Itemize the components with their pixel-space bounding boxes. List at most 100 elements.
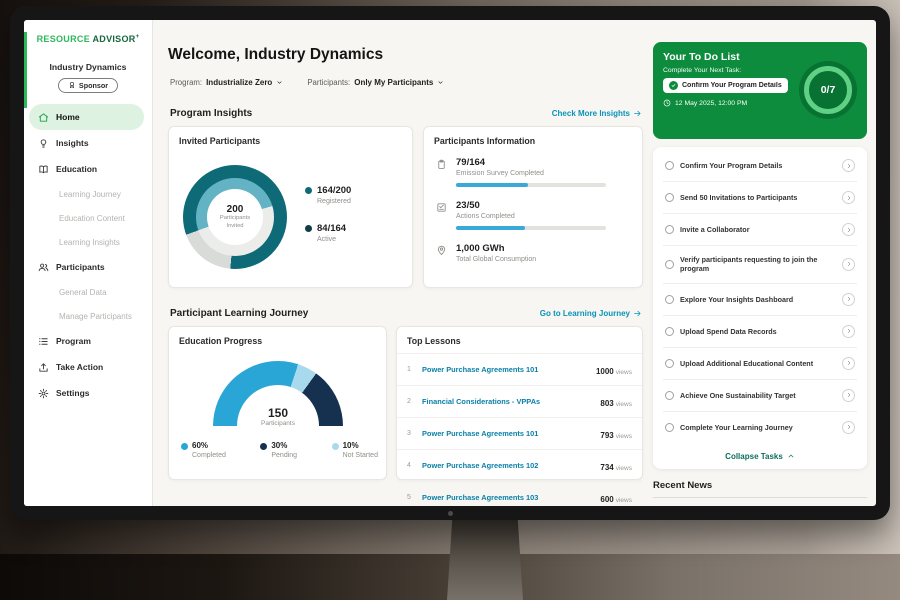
lesson-link[interactable]: Power Purchase Agreements 101 (422, 429, 538, 438)
task-checkbox[interactable] (665, 391, 674, 400)
task-row-4[interactable]: Verify participants requesting to join t… (663, 246, 857, 284)
sidebar-item-education[interactable]: Education (24, 156, 152, 182)
task-checkbox[interactable] (665, 260, 674, 269)
program-label: Program: (170, 78, 202, 87)
legend-percent: 60% (192, 441, 226, 450)
go-to-learning-journey-link[interactable]: Go to Learning Journey (540, 309, 642, 318)
stat-row: 1,000 GWh Total Global Consumption (436, 243, 630, 263)
lesson-rank: 1 (407, 366, 415, 373)
recent-news-header: Recent News (653, 480, 867, 498)
card-title: Top Lessons (397, 327, 642, 346)
legend-label: Completed (192, 452, 226, 459)
progress-bar (456, 183, 606, 187)
task-checkbox[interactable] (665, 161, 674, 170)
donut-center-label: Participants Invited (213, 215, 257, 229)
gear-icon (38, 388, 49, 399)
task-chevron-button[interactable] (842, 389, 855, 402)
sidebar-item-program[interactable]: Program (24, 328, 152, 354)
task-checkbox[interactable] (665, 423, 674, 432)
stats-list: 79/164 Emission Survey Completed 23/50 A… (424, 146, 642, 274)
legend-label: Pending (271, 452, 297, 459)
sidebar-item-label: Program (56, 336, 91, 346)
task-row-1[interactable]: Confirm Your Program Details (663, 150, 857, 182)
sidebar-item-learning-journey[interactable]: Learning Journey (24, 182, 152, 206)
collapse-tasks-link[interactable]: Collapse Tasks (663, 443, 857, 463)
lesson-rank: 4 (407, 462, 415, 469)
sidebar-item-label: Manage Participants (59, 312, 132, 321)
invited-donut-chart: 200 Participants Invited (183, 165, 287, 269)
sidebar-item-settings[interactable]: Settings (24, 380, 152, 406)
chevron-right-icon (846, 328, 852, 334)
lesson-row: 3 Power Purchase Agreements 101 793views (397, 417, 642, 449)
task-chevron-button[interactable] (842, 191, 855, 204)
sidebar-item-general-data[interactable]: General Data (24, 280, 152, 304)
task-chevron-button[interactable] (842, 325, 855, 338)
arrow-right-icon (633, 109, 642, 118)
chevron-down-icon (437, 79, 444, 86)
sidebar-item-label: Settings (56, 388, 90, 398)
task-checkbox[interactable] (665, 327, 674, 336)
sidebar-item-label: Home (56, 112, 80, 122)
task-row-6[interactable]: Upload Spend Data Records (663, 316, 857, 348)
sidebar-item-manage-participants[interactable]: Manage Participants (24, 304, 152, 328)
sidebar-item-learning-insights[interactable]: Learning Insights (24, 230, 152, 254)
sidebar-item-home[interactable]: Home (29, 104, 144, 130)
task-checkbox[interactable] (665, 295, 674, 304)
sidebar-item-insights[interactable]: Insights (24, 130, 152, 156)
sidebar-item-label: Participants (56, 262, 105, 272)
progress-bar-fill (456, 226, 525, 230)
task-label: Upload Additional Educational Content (680, 359, 836, 368)
sidebar-item-education-content[interactable]: Education Content (24, 206, 152, 230)
sidebar-item-label: Education Content (59, 214, 125, 223)
stat-row: 79/164 Emission Survey Completed (436, 157, 630, 187)
lesson-link[interactable]: Power Purchase Agreements 103 (422, 493, 538, 502)
check-more-insights-link[interactable]: Check More Insights (552, 109, 642, 118)
next-task-pill: Confirm Your Program Details (663, 78, 788, 93)
sidebar-item-participants[interactable]: Participants (24, 254, 152, 280)
todo-progress-value: 0/7 (804, 66, 852, 114)
lesson-link[interactable]: Power Purchase Agreements 102 (422, 461, 538, 470)
task-label: Upload Spend Data Records (680, 327, 836, 336)
chevron-right-icon (846, 227, 852, 233)
task-chevron-button[interactable] (842, 258, 855, 271)
task-chevron-button[interactable] (842, 293, 855, 306)
sidebar-item-label: Learning Insights (59, 238, 120, 247)
task-chevron-button[interactable] (842, 223, 855, 236)
task-row-7[interactable]: Upload Additional Educational Content (663, 348, 857, 380)
chevron-right-icon (846, 360, 852, 366)
legend-dot (332, 443, 339, 450)
bulb-icon (38, 138, 49, 149)
next-task-label: Confirm Your Program Details (682, 82, 782, 89)
education-progress-card: Education Progress 150 Participants 60% … (168, 326, 387, 480)
org-name: Industry Dynamics (24, 62, 152, 72)
task-row-3[interactable]: Invite a Collaborator (663, 214, 857, 246)
task-chevron-button[interactable] (842, 357, 855, 370)
todo-summary-card: Your To Do List Complete Your Next Task:… (653, 42, 867, 139)
list-icon (38, 336, 49, 347)
task-label: Complete Your Learning Journey (680, 423, 836, 432)
lesson-row: 1 Power Purchase Agreements 101 1000view… (397, 353, 642, 385)
arrow-right-icon (633, 309, 642, 318)
task-chevron-button[interactable] (842, 159, 855, 172)
task-row-8[interactable]: Achieve One Sustainability Target (663, 380, 857, 412)
sidebar-item-label: Education (56, 164, 97, 174)
lesson-link[interactable]: Power Purchase Agreements 101 (422, 365, 538, 374)
chevron-down-icon (276, 79, 283, 86)
task-row-5[interactable]: Explore Your Insights Dashboard (663, 284, 857, 316)
lesson-rank: 3 (407, 430, 415, 437)
task-row-2[interactable]: Send 50 Invitations to Participants (663, 182, 857, 214)
task-checkbox[interactable] (665, 225, 674, 234)
task-row-9[interactable]: Complete Your Learning Journey (663, 412, 857, 443)
sidebar-item-label: Insights (56, 138, 89, 148)
task-chevron-button[interactable] (842, 421, 855, 434)
task-checkbox[interactable] (665, 193, 674, 202)
sidebar-item-take-action[interactable]: Take Action (24, 354, 152, 380)
legend-item: 30% Pending (260, 441, 297, 459)
dashboard-screen: RESOURCE ADVISOR+ Industry Dynamics Spon… (24, 20, 876, 506)
lesson-views: 793views (600, 425, 632, 443)
task-list: Confirm Your Program Details Send 50 Inv… (663, 150, 857, 443)
task-checkbox[interactable] (665, 359, 674, 368)
program-dropdown[interactable]: Program: Industrialize Zero (170, 78, 283, 87)
participants-dropdown[interactable]: Participants: Only My Participants (307, 78, 444, 87)
lesson-link[interactable]: Financial Considerations - VPPAs (422, 397, 540, 406)
